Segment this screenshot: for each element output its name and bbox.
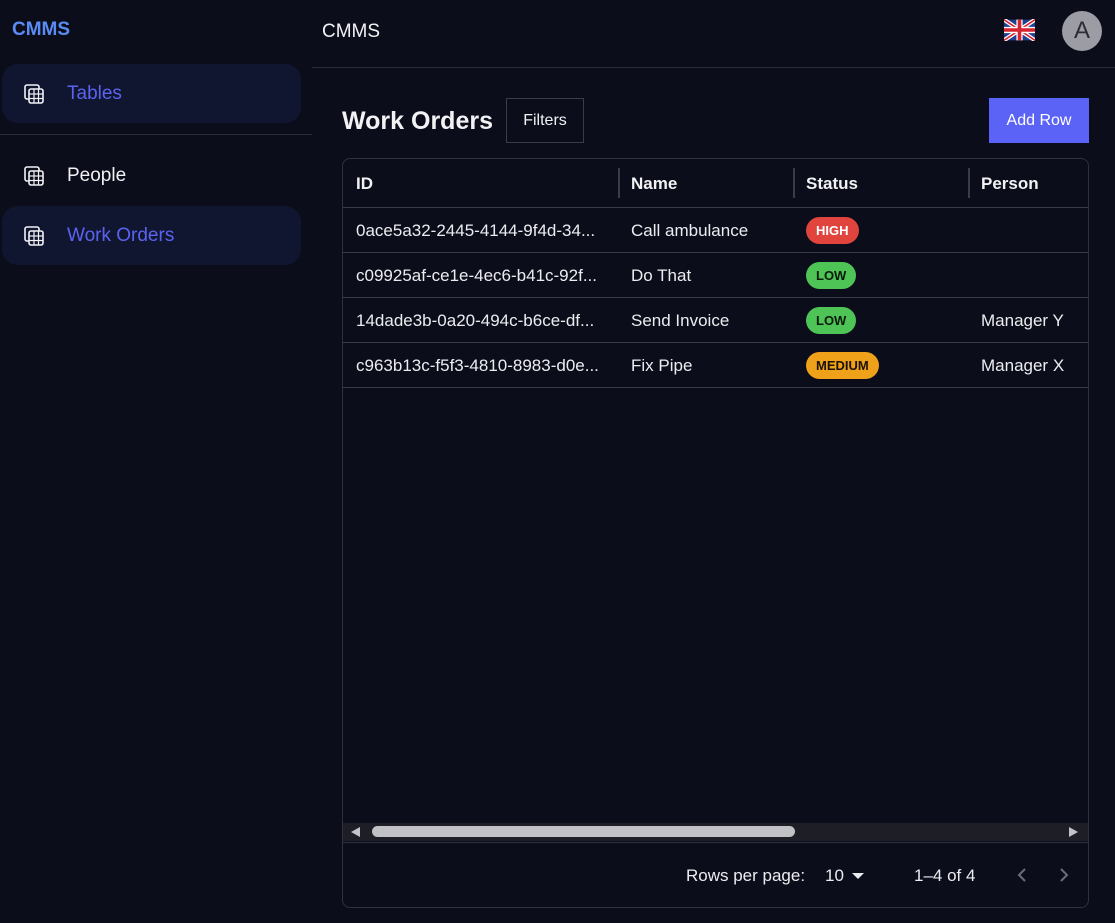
column-resize-handle[interactable] (968, 168, 970, 198)
cell-name: Call ambulance (631, 221, 749, 240)
sidebar: CMMS Tables People Work Orders (0, 0, 312, 923)
cell-id: 14dade3b-0a20-494c-b6ce-df... (356, 311, 595, 330)
sidebar-item-work-orders[interactable]: Work Orders (2, 206, 301, 265)
table-row[interactable]: 0ace5a32-2445-4144-9f4d-34... Call ambul… (343, 208, 1088, 253)
status-badge: LOW (806, 307, 857, 334)
cell-id: 0ace5a32-2445-4144-9f4d-34... (356, 221, 596, 240)
sidebar-item-label: Tables (67, 82, 122, 104)
next-page-button[interactable] (1051, 862, 1077, 888)
scroll-left-arrow-icon[interactable] (351, 827, 360, 837)
column-header-name[interactable]: Name (631, 174, 677, 194)
top-bar: CMMS A (312, 0, 1115, 68)
cell-name: Do That (631, 266, 692, 285)
scrollbar-thumb[interactable] (372, 826, 795, 837)
table-row[interactable]: c963b13c-f5f3-4810-8983-d0e... Fix Pipe … (343, 343, 1088, 388)
cell-id: c09925af-ce1e-4ec6-b41c-92f... (356, 266, 597, 285)
table-icon (24, 166, 44, 186)
table-icon (24, 84, 44, 104)
add-row-button[interactable]: Add Row (989, 98, 1089, 143)
page-title: Work Orders (342, 107, 493, 135)
table-row[interactable]: c09925af-ce1e-4ec6-b41c-92f... Do That L… (343, 253, 1088, 298)
brand-logo[interactable]: CMMS (12, 19, 70, 41)
table-row[interactable]: 14dade3b-0a20-494c-b6ce-df... Send Invoi… (343, 298, 1088, 343)
uk-flag-icon[interactable] (1004, 19, 1035, 41)
cell-id: c963b13c-f5f3-4810-8983-d0e... (356, 356, 599, 375)
status-badge: HIGH (806, 217, 859, 244)
scroll-right-arrow-icon[interactable] (1069, 827, 1078, 837)
status-badge: LOW (806, 262, 857, 289)
header-title: CMMS (322, 21, 381, 42)
sidebar-divider (0, 134, 312, 135)
cell-name: Fix Pipe (631, 356, 693, 375)
footer-divider (343, 842, 1088, 843)
previous-page-button[interactable] (1009, 862, 1035, 888)
work-orders-table: ID Name Status Person 0ace5a32-2445-4144… (342, 158, 1089, 908)
table-header: ID Name Status Person (343, 159, 1088, 208)
avatar[interactable]: A (1062, 11, 1102, 51)
horizontal-scrollbar[interactable] (343, 823, 1088, 841)
rows-per-page-select[interactable]: 10 (825, 866, 844, 886)
cell-name: Send Invoice (631, 311, 730, 330)
rows-per-page-label: Rows per page: (686, 866, 806, 885)
status-badge: MEDIUM (806, 352, 879, 379)
column-resize-handle[interactable] (618, 168, 620, 198)
filters-button[interactable]: Filters (506, 98, 584, 143)
table-icon (24, 226, 44, 246)
column-header-person[interactable]: Person (981, 174, 1039, 194)
sidebar-item-tables[interactable]: Tables (2, 64, 301, 123)
pagination-range: 1–4 of 4 (914, 866, 976, 885)
sidebar-item-label: Work Orders (67, 224, 175, 246)
sidebar-item-people[interactable]: People (2, 146, 301, 205)
cell-person: Manager X (981, 356, 1065, 375)
column-header-status[interactable]: Status (806, 174, 858, 194)
column-header-id[interactable]: ID (356, 174, 373, 194)
cell-person: Manager Y (981, 311, 1064, 330)
caret-down-icon[interactable] (852, 873, 864, 879)
column-resize-handle[interactable] (793, 168, 795, 198)
sidebar-item-label: People (67, 164, 127, 186)
